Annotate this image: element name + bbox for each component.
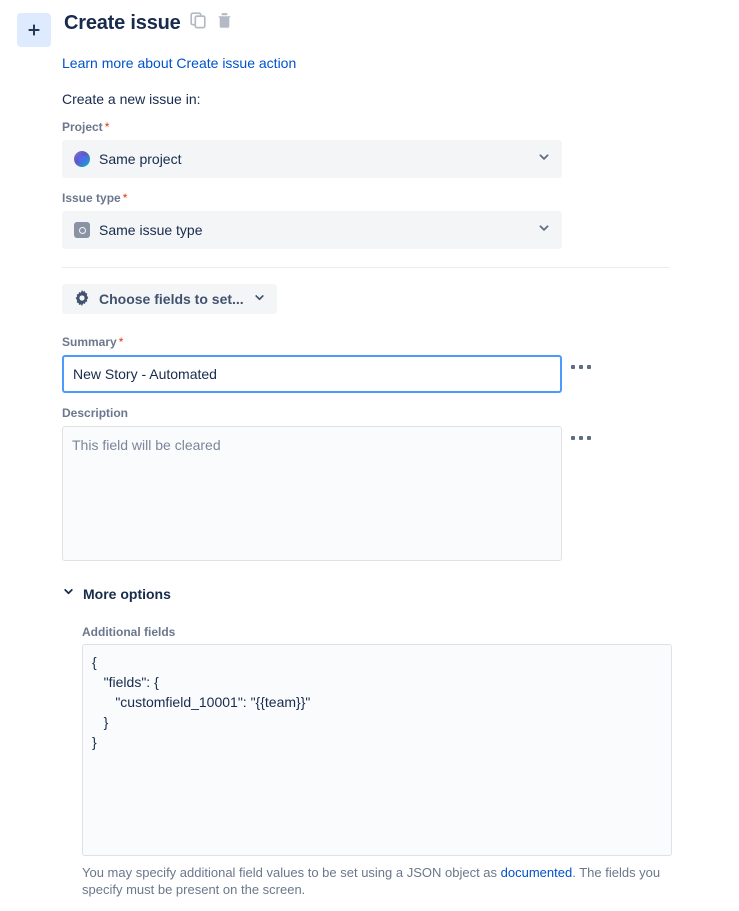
- project-avatar-icon: [74, 151, 90, 167]
- description-textarea[interactable]: [62, 426, 562, 561]
- additional-fields-textarea[interactable]: [82, 644, 672, 856]
- description-label: Description: [62, 405, 128, 421]
- additional-fields-label: Additional fields: [82, 624, 175, 640]
- project-label-text: Project: [62, 120, 103, 134]
- add-action-button[interactable]: [17, 13, 51, 47]
- trash-icon[interactable]: [216, 12, 233, 34]
- documented-link[interactable]: documented: [501, 865, 573, 880]
- issue-type-select-value: Same issue type: [99, 220, 537, 240]
- ellipsis-dot: [587, 365, 591, 369]
- ellipsis-dot: [579, 365, 583, 369]
- copy-icon[interactable]: [190, 12, 207, 34]
- chevron-down-icon: [537, 221, 551, 240]
- summary-label-text: Summary: [62, 335, 117, 349]
- choose-fields-label: Choose fields to set...: [99, 289, 244, 309]
- summary-input[interactable]: [62, 355, 562, 393]
- chevron-down-icon: [253, 291, 266, 307]
- issue-type-required-mark: *: [123, 191, 128, 205]
- issue-type-select[interactable]: Same issue type: [62, 211, 562, 249]
- panel-header: Create issue: [0, 0, 233, 47]
- page-title: Create issue: [64, 10, 181, 36]
- ellipsis-dot: [571, 436, 575, 440]
- choose-fields-button[interactable]: Choose fields to set...: [62, 284, 277, 314]
- intro-text: Create a new issue in:: [62, 89, 201, 109]
- project-select-value: Same project: [99, 149, 537, 169]
- project-label: Project*: [62, 119, 109, 135]
- help-prefix-text: You may specify additional field values …: [82, 865, 501, 880]
- ellipsis-dot: [587, 436, 591, 440]
- description-more-menu[interactable]: [568, 433, 594, 443]
- summary-label: Summary*: [62, 334, 123, 350]
- project-select[interactable]: Same project: [62, 140, 562, 178]
- issue-type-label: Issue type*: [62, 190, 127, 206]
- plus-icon: [26, 22, 42, 38]
- more-options-toggle[interactable]: More options: [62, 584, 171, 604]
- issue-type-icon: [74, 222, 90, 238]
- ellipsis-dot: [579, 436, 583, 440]
- summary-more-menu[interactable]: [568, 362, 594, 372]
- additional-fields-help: You may specify additional field values …: [82, 864, 678, 898]
- title-group: Create issue: [64, 10, 233, 36]
- project-required-mark: *: [105, 120, 110, 134]
- gear-icon: [74, 290, 90, 309]
- ellipsis-dot: [571, 365, 575, 369]
- summary-required-mark: *: [119, 335, 124, 349]
- section-divider: [62, 267, 670, 268]
- issue-type-label-text: Issue type: [62, 191, 121, 205]
- chevron-down-icon: [537, 150, 551, 169]
- create-issue-action-panel: Create issue Learn more about Create iss…: [0, 0, 739, 911]
- more-options-label: More options: [83, 584, 171, 604]
- description-label-text: Description: [62, 406, 128, 420]
- learn-more-link[interactable]: Learn more about Create issue action: [62, 53, 296, 73]
- chevron-down-icon: [62, 585, 75, 603]
